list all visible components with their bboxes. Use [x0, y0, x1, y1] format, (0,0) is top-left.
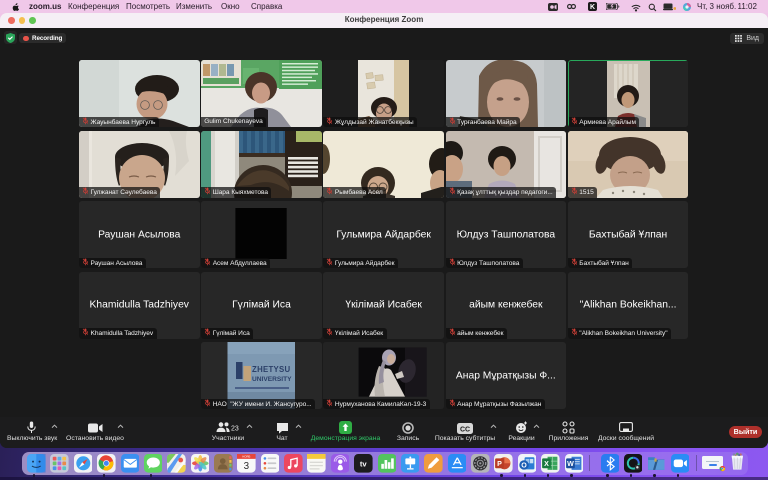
svg-text:W: W [567, 460, 574, 468]
svg-text:X: X [544, 460, 549, 468]
svg-text:3: 3 [244, 461, 250, 472]
svg-text:CC: CC [460, 426, 470, 433]
svg-text:tv: tv [360, 460, 368, 469]
svg-text:ZHETYSU: ZHETYSU [252, 365, 291, 374]
svg-text:K: K [590, 4, 595, 11]
svg-text:P: P [497, 460, 502, 468]
svg-text:O: O [521, 462, 527, 470]
svg-text:НОЯБ: НОЯБ [243, 455, 251, 459]
svg-text:23: 23 [231, 426, 239, 433]
svg-text:UNIVERSITY: UNIVERSITY [252, 376, 292, 383]
